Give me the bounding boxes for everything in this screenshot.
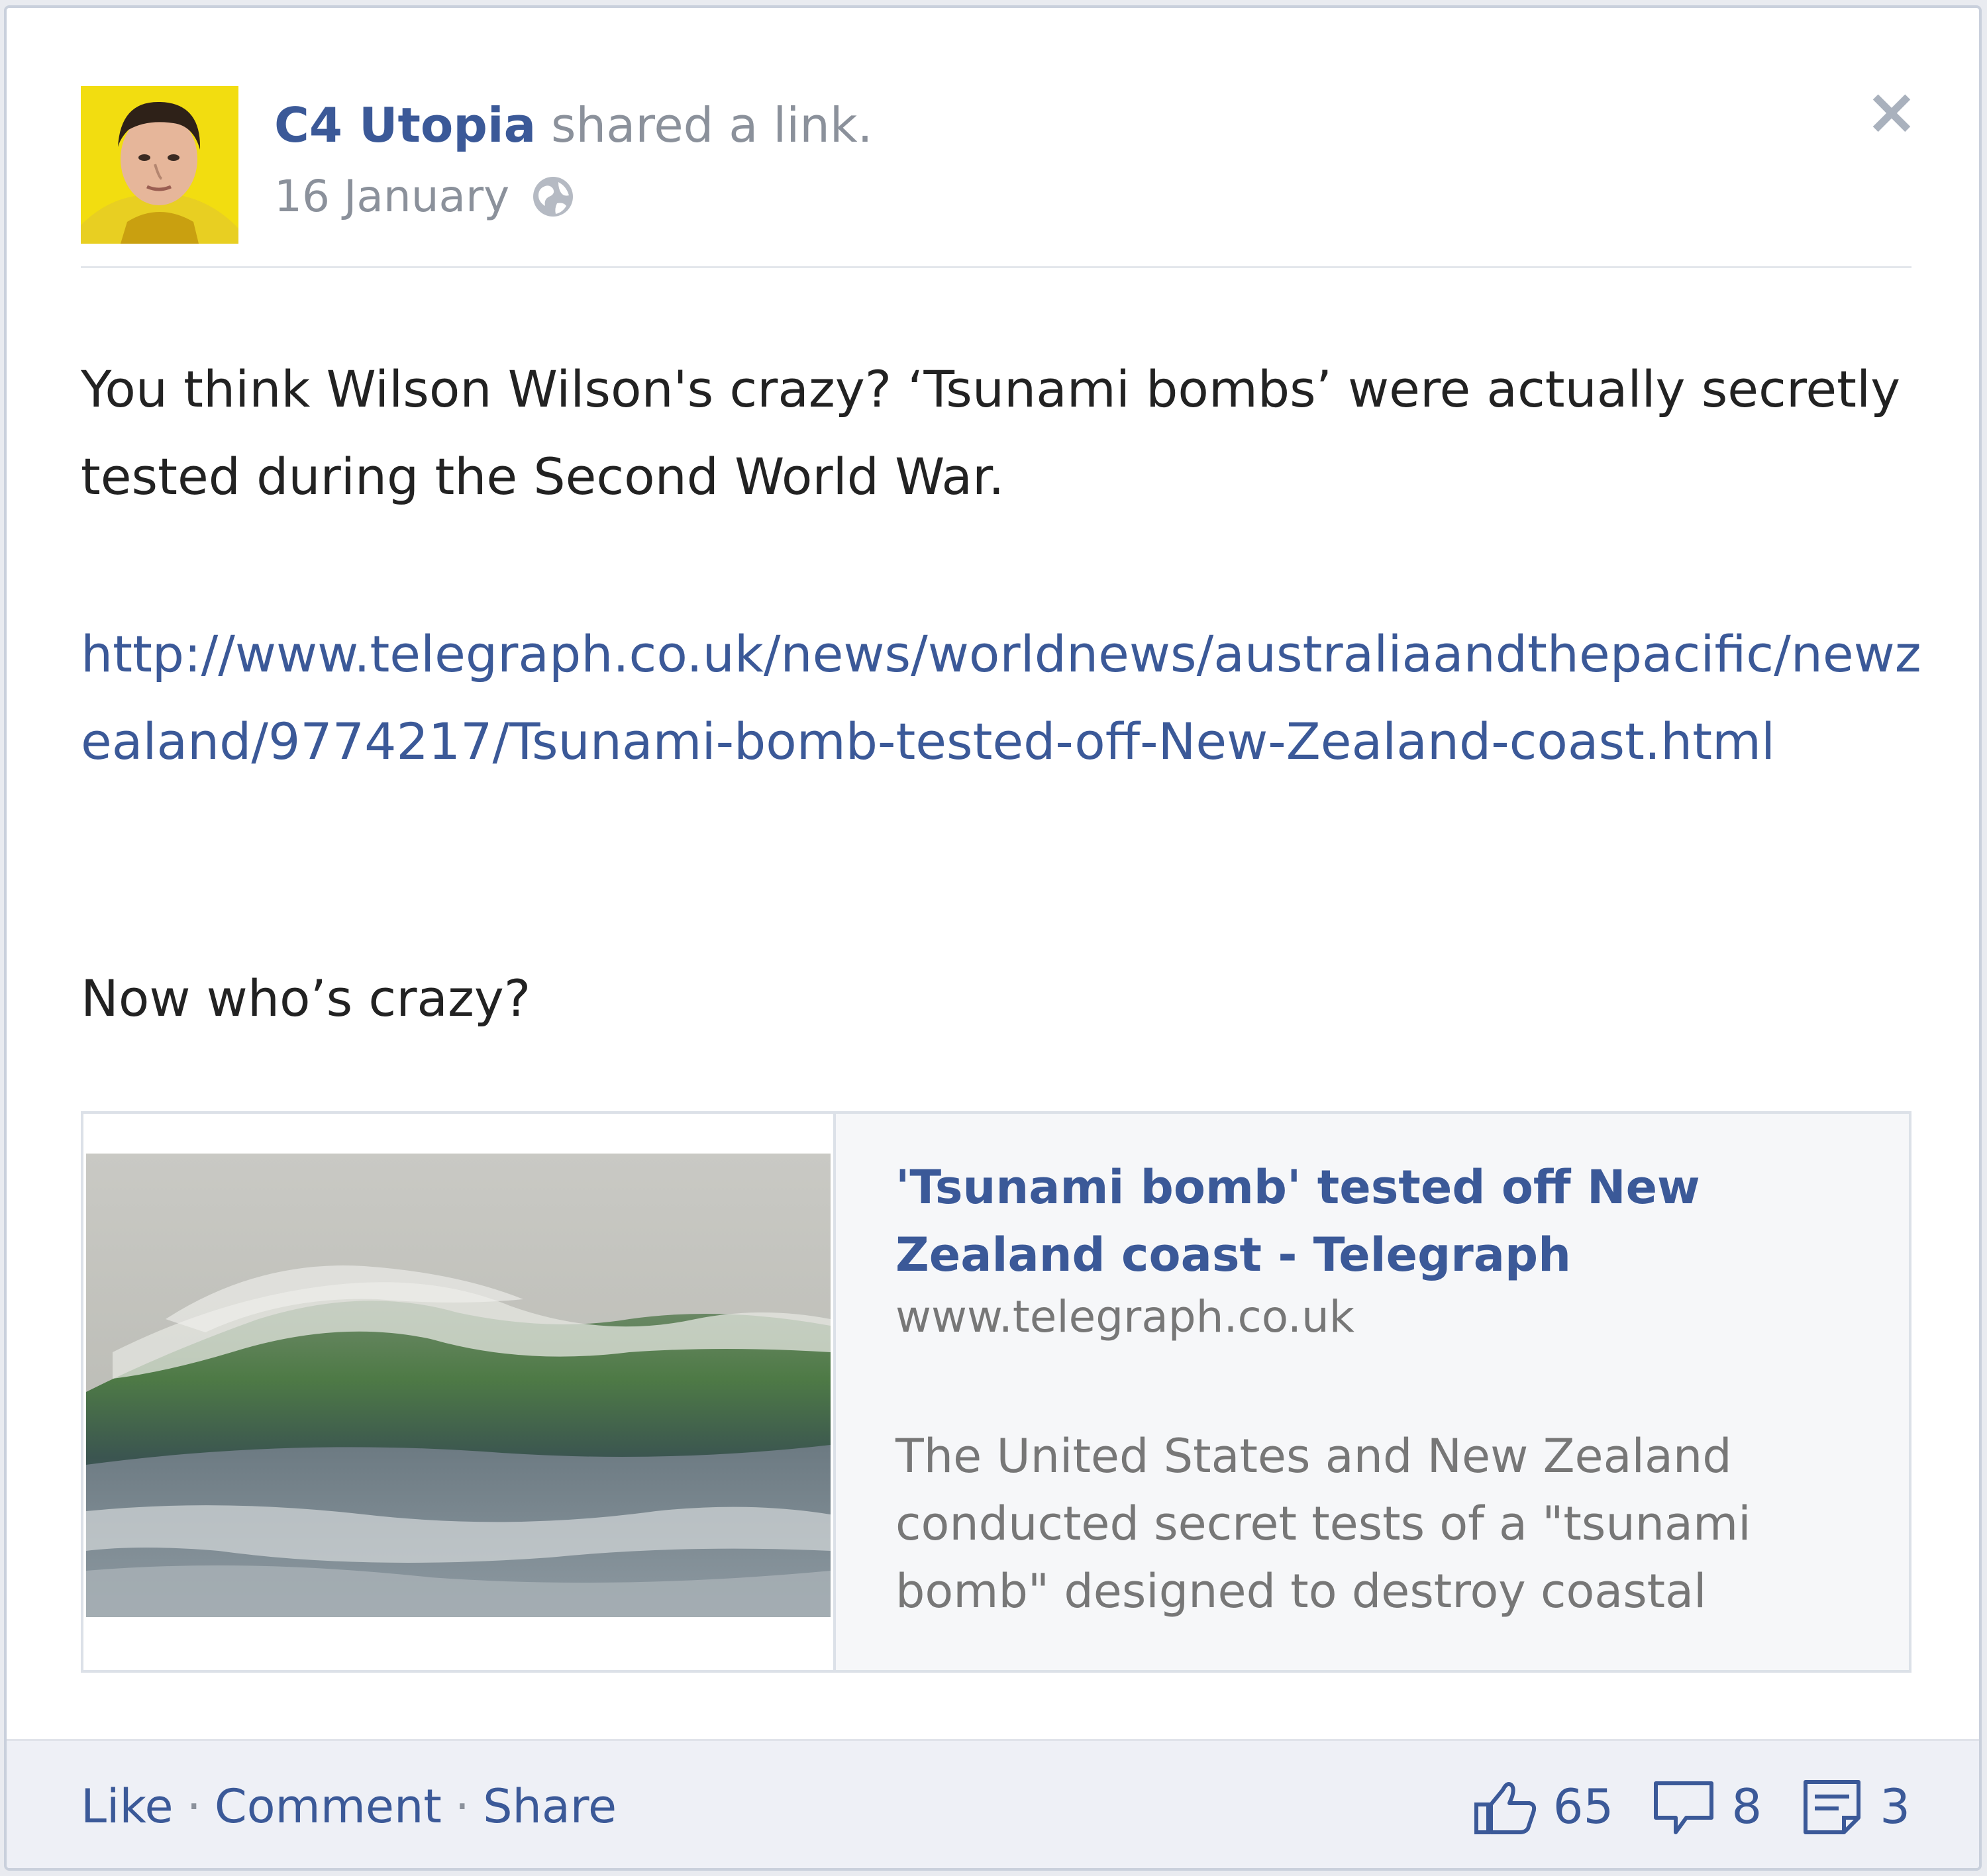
link-preview-domain: www.telegraph.co.uk — [895, 1291, 1354, 1342]
link-preview-title[interactable]: 'Tsunami bomb' tested off New Zealand co… — [895, 1154, 1823, 1289]
story-action-text: shared a link. — [551, 97, 873, 153]
author-name-link[interactable]: C4 Utopia — [274, 97, 536, 153]
comments-count: 8 — [1731, 1779, 1762, 1834]
story-meta: 16 January — [274, 167, 577, 226]
link-preview-card[interactable]: 'Tsunami bomb' tested off New Zealand co… — [81, 1111, 1911, 1673]
comments-count-group[interactable]: 8 — [1649, 1777, 1762, 1836]
header-divider — [81, 266, 1911, 268]
wave-photo — [86, 1154, 831, 1617]
share-link[interactable]: Share — [483, 1779, 617, 1834]
share-note-icon — [1798, 1777, 1866, 1836]
globe-icon[interactable] — [529, 173, 577, 221]
link-preview-description: The United States and New Zealand conduc… — [895, 1429, 1751, 1618]
story-header: C4 Utopia shared a link. — [274, 95, 872, 155]
shares-count: 3 — [1880, 1779, 1910, 1834]
story-footer: Like · Comment · Share 65 8 3 — [7, 1739, 1979, 1868]
like-link[interactable]: Like — [81, 1779, 174, 1834]
author-avatar[interactable] — [81, 86, 238, 244]
message-text-closing: Now who’s crazy? — [81, 969, 531, 1028]
story-counts: 65 8 3 — [1471, 1777, 1910, 1836]
likes-count-group[interactable]: 65 — [1471, 1777, 1614, 1836]
shares-count-group[interactable]: 3 — [1798, 1777, 1910, 1836]
avatar-photo — [81, 86, 238, 244]
close-icon[interactable]: × — [1862, 79, 1921, 143]
thumbs-up-icon — [1471, 1777, 1540, 1836]
link-preview-thumbnail[interactable] — [83, 1114, 836, 1670]
separator-dot: · — [454, 1779, 470, 1834]
likes-count: 65 — [1553, 1779, 1614, 1834]
message-text: You think Wilson Wilson's crazy? ‘Tsunam… — [81, 360, 1901, 506]
timestamp-link[interactable]: 16 January — [274, 167, 509, 226]
comment-link[interactable]: Comment — [215, 1779, 442, 1834]
comment-bubble-icon — [1649, 1777, 1718, 1836]
message-url-link[interactable]: http://www.telegraph.co.uk/news/worldnew… — [81, 611, 1922, 785]
story-actions: Like · Comment · Share — [81, 1777, 617, 1836]
feed-story: C4 Utopia shared a link. 16 January × Yo… — [4, 5, 1982, 1871]
separator-dot: · — [186, 1779, 201, 1834]
